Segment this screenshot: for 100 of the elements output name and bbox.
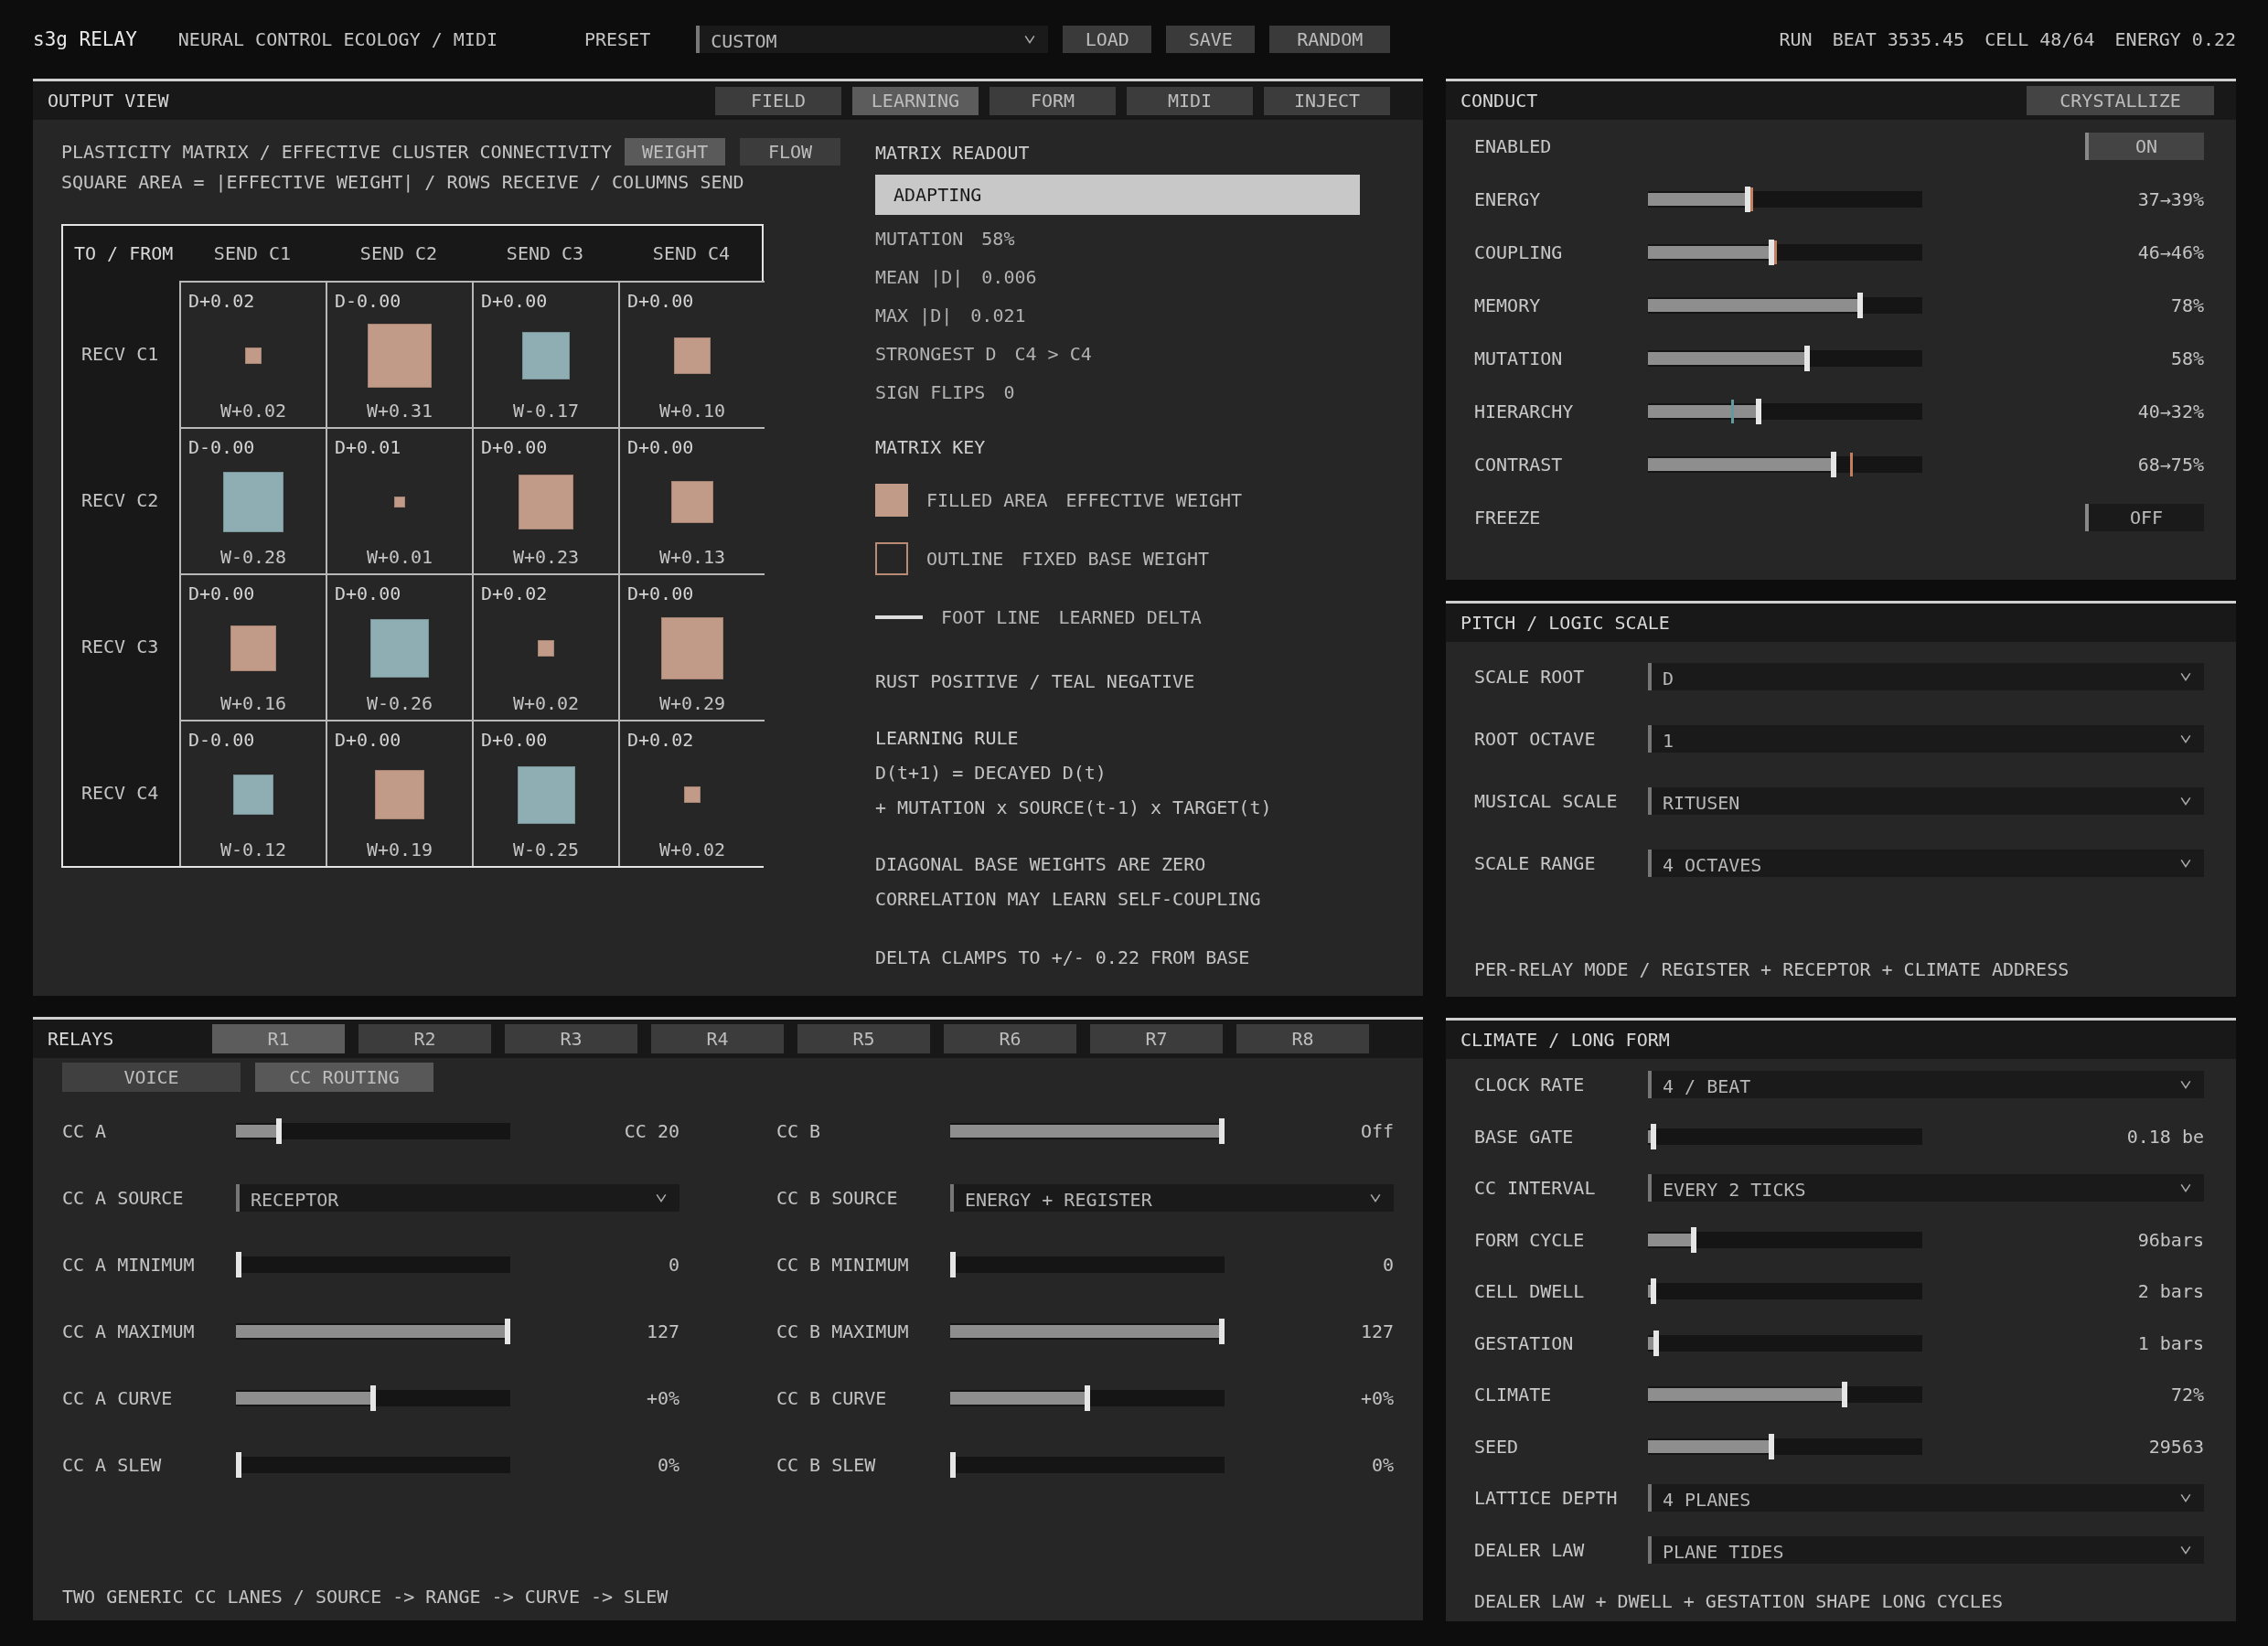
- slider[interactable]: [950, 1117, 1225, 1144]
- control-label: CC B MINIMUM: [776, 1253, 910, 1276]
- slider[interactable]: [236, 1451, 510, 1478]
- dropdown[interactable]: PLANE TIDES: [1648, 1535, 2204, 1564]
- slider-thumb[interactable]: [1219, 1117, 1225, 1144]
- slider-thumb[interactable]: [1650, 1278, 1656, 1305]
- slider-thumb[interactable]: [1744, 187, 1750, 212]
- slider-thumb[interactable]: [1219, 1318, 1225, 1344]
- control-label: CC B: [776, 1119, 822, 1142]
- slider[interactable]: [1648, 187, 1922, 212]
- dropdown[interactable]: 4 / BEAT: [1648, 1071, 2204, 1099]
- delta-value: D+0.02: [188, 290, 256, 312]
- control-value: 96bars: [2137, 1228, 2204, 1251]
- slider-thumb[interactable]: [1085, 1384, 1090, 1411]
- slider-fill: [1648, 1285, 1651, 1299]
- control-value: 0: [1382, 1253, 1394, 1276]
- slider-thumb[interactable]: [950, 1451, 956, 1478]
- slider-thumb[interactable]: [1857, 293, 1864, 318]
- slider[interactable]: [1648, 293, 1922, 318]
- slider-thumb[interactable]: [505, 1318, 510, 1344]
- relay-tab[interactable]: R4: [651, 1024, 784, 1053]
- view-tab[interactable]: FIELD: [715, 86, 841, 115]
- slider[interactable]: [950, 1451, 1225, 1478]
- slider[interactable]: [1648, 1382, 1922, 1408]
- slider[interactable]: [1648, 1278, 1922, 1305]
- preset-button[interactable]: SAVE: [1166, 26, 1256, 53]
- crystallize-button[interactable]: CRYSTALLIZE: [2027, 86, 2214, 115]
- slider[interactable]: [1648, 452, 1922, 477]
- control-label: CC INTERVAL: [1474, 1177, 1597, 1200]
- dropdown[interactable]: RITUSEN: [1648, 787, 2204, 815]
- slider-thumb[interactable]: [1769, 240, 1775, 265]
- slider[interactable]: [1648, 346, 1922, 371]
- slider[interactable]: [950, 1251, 1225, 1277]
- status-readout: RUN: [1779, 28, 1813, 50]
- filled-swatch-icon: [875, 484, 908, 517]
- relay-tab[interactable]: R2: [358, 1024, 491, 1053]
- control-value: 29563: [2148, 1435, 2204, 1458]
- stat-value: 0.021: [970, 305, 1026, 326]
- dropdown[interactable]: ENERGY + REGISTER: [950, 1183, 1394, 1212]
- view-tab[interactable]: INJECT: [1264, 86, 1390, 115]
- toggle-button[interactable]: ON: [2085, 133, 2204, 160]
- slider-thumb[interactable]: [1650, 1123, 1656, 1149]
- relay-tab[interactable]: R7: [1090, 1024, 1223, 1053]
- dropdown[interactable]: EVERY 2 TICKS: [1648, 1174, 2204, 1202]
- control-label: BASE GATE: [1474, 1125, 1575, 1148]
- slider[interactable]: [1648, 1330, 1922, 1356]
- mode-toggle[interactable]: WEIGHT: [625, 138, 726, 166]
- slider-thumb[interactable]: [1653, 1330, 1659, 1356]
- dropdown[interactable]: 4 PLANES: [1648, 1484, 2204, 1512]
- view-tab[interactable]: FORM: [990, 86, 1116, 115]
- slider-thumb[interactable]: [370, 1384, 376, 1411]
- slider[interactable]: [236, 1117, 510, 1144]
- preset-button[interactable]: LOAD: [1063, 26, 1152, 53]
- delta-value: D+0.00: [481, 436, 549, 458]
- slider-thumb[interactable]: [1755, 399, 1761, 424]
- mode-toggle[interactable]: FLOW: [740, 138, 841, 166]
- dropdown[interactable]: 4 OCTAVES: [1648, 850, 2204, 877]
- slider[interactable]: [1648, 399, 1922, 424]
- slider-thumb[interactable]: [1830, 452, 1836, 477]
- toggle-button[interactable]: OFF: [2085, 504, 2204, 531]
- control-label: HIERARCHY: [1474, 401, 1575, 422]
- weight-value: W-0.25: [511, 839, 581, 860]
- view-toggle[interactable]: CC ROUTING: [255, 1063, 433, 1092]
- column-header: SEND C2: [358, 241, 439, 266]
- relay-tab[interactable]: R6: [944, 1024, 1076, 1053]
- slider[interactable]: [236, 1384, 510, 1411]
- view-tab[interactable]: MIDI: [1127, 86, 1253, 115]
- slider-thumb[interactable]: [236, 1451, 241, 1478]
- slider[interactable]: [1648, 1433, 1922, 1459]
- relays-footer-note: TWO GENERIC CC LANES / SOURCE -> RANGE -> CURVE -> SLEW: [62, 1586, 669, 1608]
- control-label: MEMORY: [1474, 294, 1542, 316]
- relay-tab[interactable]: R1: [212, 1024, 345, 1053]
- key-name: FILLED AREA: [926, 489, 1048, 511]
- view-tab[interactable]: LEARNING: [852, 86, 979, 115]
- dropdown[interactable]: 1: [1648, 725, 2204, 753]
- slider-thumb[interactable]: [1691, 1226, 1697, 1253]
- slider[interactable]: [1648, 1226, 1922, 1253]
- slider[interactable]: [1648, 1123, 1922, 1149]
- slider[interactable]: [1648, 240, 1922, 265]
- control-value: CC 20: [624, 1119, 679, 1142]
- slider[interactable]: [236, 1318, 510, 1344]
- slider-thumb[interactable]: [236, 1251, 241, 1277]
- dropdown[interactable]: RECEPTOR: [236, 1183, 679, 1212]
- slider-thumb[interactable]: [276, 1117, 283, 1144]
- slider[interactable]: [950, 1318, 1225, 1344]
- control-value: 78%: [2170, 294, 2204, 316]
- relay-tab[interactable]: R8: [1236, 1024, 1369, 1053]
- slider[interactable]: [950, 1384, 1225, 1411]
- slider-thumb[interactable]: [950, 1251, 956, 1277]
- relay-tab[interactable]: R5: [797, 1024, 930, 1053]
- slider-thumb[interactable]: [1803, 346, 1810, 371]
- preset-dropdown[interactable]: CUSTOM: [696, 26, 1049, 53]
- relay-tab[interactable]: R3: [505, 1024, 637, 1053]
- slider[interactable]: [236, 1251, 510, 1277]
- view-toggle[interactable]: VOICE: [62, 1063, 241, 1092]
- control-label: CC B SLEW: [776, 1453, 877, 1476]
- preset-button[interactable]: RANDOM: [1269, 26, 1391, 53]
- dropdown[interactable]: D: [1648, 663, 2204, 690]
- slider-thumb[interactable]: [1769, 1433, 1775, 1459]
- slider-thumb[interactable]: [1841, 1382, 1847, 1408]
